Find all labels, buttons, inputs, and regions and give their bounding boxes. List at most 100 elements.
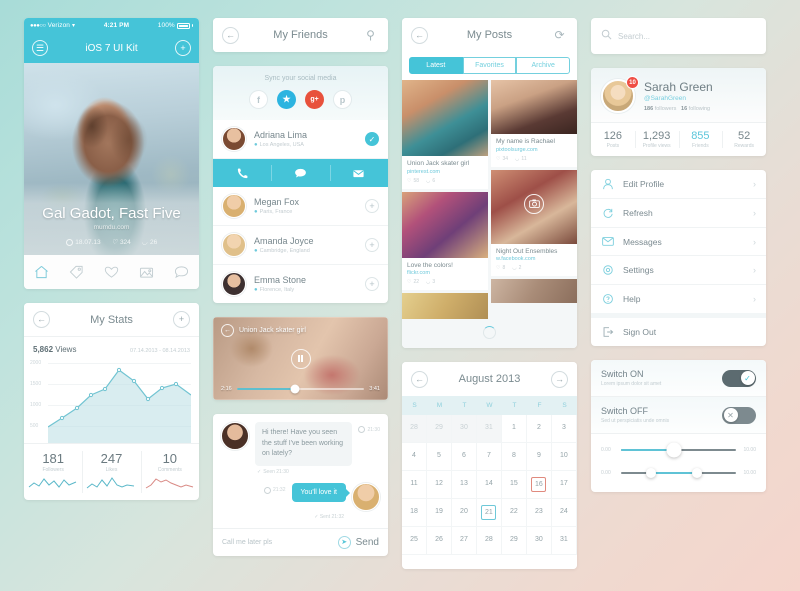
calendar-day[interactable]: 29 <box>426 415 452 443</box>
profile-stat-profile-views[interactable]: 1,293 Profile views <box>634 123 679 156</box>
menu-item-edit-profile[interactable]: Edit Profile › <box>591 170 766 199</box>
calendar-day[interactable]: 28 <box>476 527 502 555</box>
add-friend-button[interactable]: + <box>365 199 379 213</box>
list-item[interactable]: Emma Stone ● Florence, Italy + <box>213 265 388 303</box>
pause-icon[interactable] <box>290 348 311 369</box>
selected-check-icon[interactable]: ✓ <box>365 132 379 146</box>
calendar-day[interactable]: 23 <box>526 499 552 527</box>
post-card[interactable]: Night Out Ensembles w.facebook.com ♡ 8 ◡ 2 <box>491 169 577 276</box>
refresh-icon[interactable]: ⟳ <box>551 28 568 42</box>
calendar-day[interactable]: 5 <box>426 443 452 471</box>
post-link[interactable]: flickr.com <box>407 270 483 276</box>
list-item[interactable]: Adriana Lima ● Los Angeles, USA ✓ <box>213 120 388 159</box>
send-icon[interactable]: ➤ <box>337 535 351 549</box>
calendar-day[interactable]: 14 <box>476 471 502 499</box>
googleplus-icon[interactable]: g+ <box>305 90 324 109</box>
prev-month-button[interactable]: ← <box>411 370 428 388</box>
search-icon[interactable]: ⚲ <box>362 28 379 42</box>
menu-item-messages[interactable]: Messages › <box>591 228 766 256</box>
profile-stat-rewards[interactable]: 52 Rewards <box>722 123 766 156</box>
calendar-day[interactable]: 31 <box>476 415 502 443</box>
calendar-day[interactable]: 16 <box>526 471 552 499</box>
profile-stat-posts[interactable]: 126 Posts <box>591 123 635 156</box>
post-card[interactable]: My name is Rachael pixtoolsurge.com ♡ 34 … <box>491 80 577 167</box>
back-circle-icon[interactable]: ← <box>221 324 234 337</box>
profile-stat-friends[interactable]: 855 Friends <box>678 123 723 156</box>
calendar-day[interactable]: 27 <box>451 527 477 555</box>
slider-range-track[interactable] <box>621 468 736 478</box>
post-card-partial[interactable] <box>491 279 577 303</box>
calendar-day[interactable]: 17 <box>551 471 577 499</box>
calendar-day[interactable]: 8 <box>501 443 527 471</box>
tag-icon[interactable] <box>69 265 84 279</box>
calendar-day[interactable]: 20 <box>451 499 477 527</box>
calendar-day[interactable]: 19 <box>426 499 452 527</box>
plus-icon[interactable]: + <box>175 40 191 56</box>
menu-item-settings[interactable]: Settings › <box>591 256 766 285</box>
toggle-switch-on[interactable]: ✓ <box>722 369 756 387</box>
add-friend-button[interactable]: + <box>365 277 379 291</box>
comment-icon[interactable] <box>174 265 189 279</box>
hero-photo[interactable]: Gal Gadot, Fast Five mumdu.com 18.07.13 … <box>24 63 199 255</box>
calendar-day[interactable]: 6 <box>451 443 477 471</box>
calendar-day[interactable]: 1 <box>501 415 527 443</box>
list-item[interactable]: Megan Fox ● Paris, France + <box>213 187 388 226</box>
tab-archive[interactable]: Archive <box>516 57 571 74</box>
heart-icon[interactable] <box>104 265 119 279</box>
chat-icon[interactable] <box>271 159 329 187</box>
twitter-icon[interactable]: ★ <box>277 90 296 109</box>
home-icon[interactable] <box>34 265 49 279</box>
menu-item-sign-out[interactable]: Sign Out <box>591 313 766 346</box>
post-card[interactable]: Union Jack skater girl pinterest.com ♡ 58… <box>402 80 488 189</box>
back-arrow-icon[interactable]: ← <box>33 311 50 328</box>
calendar-day[interactable]: 15 <box>501 471 527 499</box>
mail-icon[interactable] <box>329 159 388 187</box>
toggle-switch-off[interactable]: ✕ <box>722 406 756 424</box>
post-link[interactable]: pixtoolsurge.com <box>496 147 572 153</box>
tab-latest[interactable]: Latest <box>409 57 463 74</box>
search-input[interactable]: Search... <box>618 32 650 41</box>
plus-icon[interactable]: + <box>173 311 190 328</box>
search-bar[interactable]: Search... <box>591 18 766 54</box>
message-input[interactable]: Call me later pls <box>222 539 338 546</box>
gallery-icon[interactable] <box>139 265 154 279</box>
calendar-day[interactable]: 25 <box>402 527 427 555</box>
calendar-day[interactable]: 18 <box>402 499 427 527</box>
calendar-day[interactable]: 22 <box>501 499 527 527</box>
calendar-day[interactable]: 3 <box>551 415 577 443</box>
calendar-day[interactable]: 7 <box>476 443 502 471</box>
calendar-day[interactable]: 21 <box>476 499 502 527</box>
menu-item-refresh[interactable]: Refresh › <box>591 199 766 228</box>
video-track[interactable] <box>236 384 365 394</box>
range-handle-low[interactable] <box>645 468 656 478</box>
send-button[interactable]: Send <box>356 537 379 548</box>
calendar-day[interactable]: 12 <box>426 471 452 499</box>
back-arrow-icon[interactable]: ← <box>222 26 239 44</box>
slider-handle[interactable] <box>666 442 682 458</box>
calendar-day[interactable]: 11 <box>402 471 427 499</box>
calendar-day[interactable]: 10 <box>551 443 577 471</box>
list-item[interactable]: Amanda Joyce ● Cambridge, England + <box>213 226 388 265</box>
calendar-day[interactable]: 24 <box>551 499 577 527</box>
back-arrow-icon[interactable]: ← <box>411 26 428 44</box>
calendar-day[interactable]: 26 <box>426 527 452 555</box>
slider-single-track[interactable] <box>621 442 736 458</box>
post-link[interactable]: w.facebook.com <box>496 256 572 262</box>
next-month-button[interactable]: → <box>551 370 568 388</box>
range-handle-high[interactable] <box>691 468 702 478</box>
calendar-day[interactable]: 13 <box>451 471 477 499</box>
profile-handle[interactable]: @SarahGreen <box>644 95 713 102</box>
calendar-day[interactable]: 28 <box>402 415 427 443</box>
pinterest-icon[interactable]: p <box>333 90 352 109</box>
camera-icon[interactable] <box>524 193 544 214</box>
calendar-day[interactable]: 30 <box>526 527 552 555</box>
calendar-day[interactable]: 30 <box>451 415 477 443</box>
chat-input-row[interactable]: Call me later pls ➤ Send <box>213 527 388 556</box>
list-icon[interactable]: ☰ <box>32 40 48 56</box>
post-card-partial[interactable] <box>402 293 488 319</box>
calendar-day[interactable]: 4 <box>402 443 427 471</box>
calendar-day[interactable]: 29 <box>501 527 527 555</box>
calendar-day[interactable]: 2 <box>526 415 552 443</box>
facebook-icon[interactable]: f <box>249 90 268 109</box>
calendar-day[interactable]: 31 <box>551 527 577 555</box>
